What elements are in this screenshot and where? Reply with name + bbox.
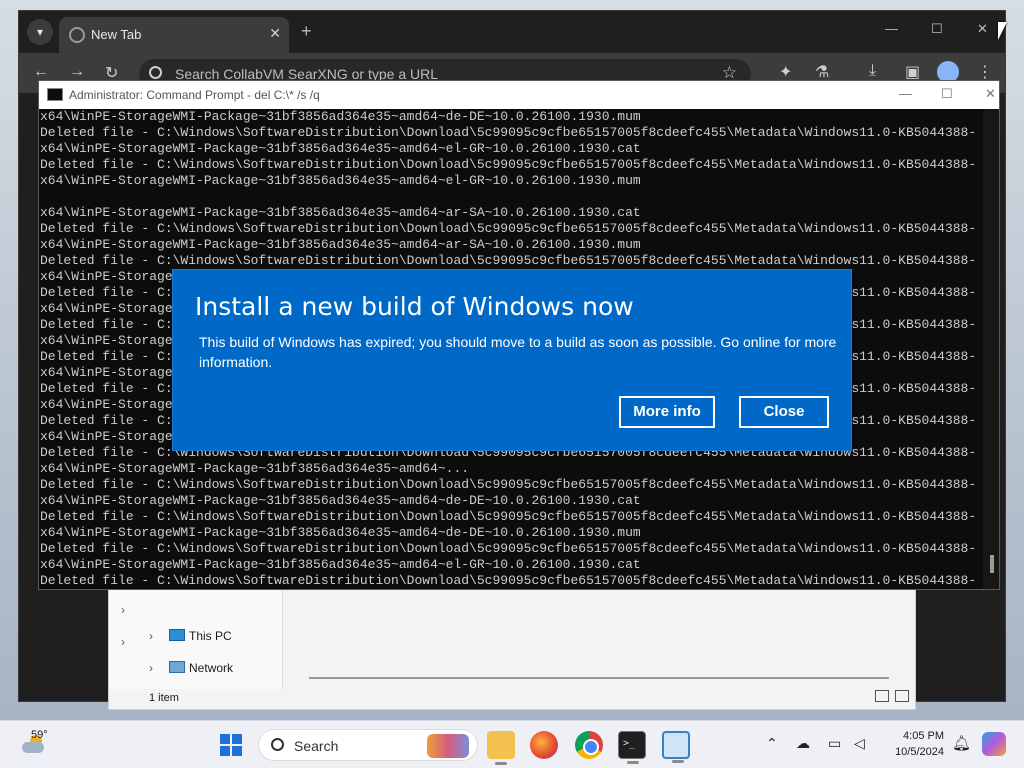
cmd-title: Administrator: Command Prompt - del C:\*… [69,88,320,102]
tab-close-icon[interactable]: ✕ [269,25,281,42]
search-highlight-icon [427,734,469,758]
cmd-icon [47,88,63,101]
scrollbar-thumb[interactable] [990,555,994,573]
tab-search-dropdown-icon[interactable]: ▾ [27,19,53,45]
console-line: x64\WinPE-StorageWMI-Package~31bf3856ad3… [40,205,641,220]
chevron-right-icon[interactable]: › [121,603,125,617]
console-line: Deleted file - C:\Windows\SoftwareDistri… [40,253,977,268]
firefox-icon[interactable] [530,731,558,759]
console-line: Deleted file - C:\Windows\SoftwareDistri… [40,477,977,492]
console-line: x64\WinPE-StorageWMI-Package~31bf3856ad3… [40,173,641,188]
vertical-scrollbar[interactable] [983,109,999,589]
close-window-icon[interactable]: ✕ [985,86,996,102]
chevron-up-icon[interactable]: ⌃ [766,735,778,752]
tiles-view-icon[interactable] [895,690,909,702]
file-explorer-window: › › › This PC › Network 1 item [108,588,916,710]
clock-date: 10/5/2024 [895,746,944,758]
back-icon[interactable]: ← [33,63,49,81]
chrome-icon[interactable] [575,731,603,759]
weather-temperature: 59° [31,729,48,741]
tab-new-tab[interactable]: New Tab ✕ [59,17,289,53]
forward-icon[interactable]: → [69,63,85,81]
menu-icon[interactable]: ⋮ [977,62,993,82]
chevron-right-icon[interactable]: › [121,635,125,649]
console-line: Deleted file - C:\Windows\SoftwareDistri… [40,541,977,556]
onedrive-icon[interactable]: ☁ [796,735,810,752]
console-line: x64\WinPE-StorageWMI-Package~31bf3856ad3… [40,109,641,124]
window-icon[interactable] [662,731,690,763]
taskbar: 59° Search ⌃ ☁ ▭ ◁ 4:05 PM 10/5/2024 🔔︎ [0,720,1024,768]
dialog-title: Install a new build of Windows now [195,292,634,321]
close-window-icon[interactable]: ✕ [977,21,988,37]
bell-icon[interactable]: 🔔︎ [952,734,971,752]
chevron-right-icon[interactable]: › [149,629,153,643]
console-line: x64\WinPE-StorageWMI-Package~31bf3856ad3… [40,461,470,476]
display-icon[interactable]: ▭ [828,735,841,752]
download-icon[interactable]: ⤓ [869,62,876,80]
search-icon [149,66,162,79]
copilot-icon[interactable] [982,732,1006,756]
globe-icon [69,27,85,43]
console-line: x64\WinPE-StorageWMI-Package~31bf3856ad3… [40,237,641,252]
console-line: Deleted file - C:\Windows\SoftwareDistri… [40,573,977,588]
close-button[interactable]: Close [739,396,829,428]
mouse-cursor-icon [998,22,1007,40]
console-line: Deleted file - C:\Windows\SoftwareDistri… [40,221,977,236]
computer-icon [169,629,185,641]
sidebar-icon[interactable]: ▣ [905,62,920,82]
labs-icon[interactable]: ⚗ [815,62,829,82]
clock-time: 4:05 PM [903,730,944,742]
maximize-icon[interactable]: ☐ [931,21,943,37]
minimize-icon[interactable]: — [899,86,912,101]
chevron-right-icon[interactable]: › [149,661,153,675]
browser-tabbar: ▾ New Tab ✕ + — ☐ ✕ [19,11,1005,53]
nav-item-network[interactable]: Network [189,661,233,675]
cmd-titlebar[interactable]: Administrator: Command Prompt - del C:\*… [39,81,999,109]
more-info-button[interactable]: More info [619,396,715,428]
minimize-icon[interactable]: — [885,21,898,36]
console-line: Deleted file - C:\Windows\SoftwareDistri… [40,509,977,524]
start-icon[interactable] [220,734,242,756]
terminal-icon[interactable] [618,731,646,764]
extensions-icon[interactable]: ✦ [779,62,792,82]
expired-build-dialog: Install a new build of Windows now This … [172,269,852,451]
tab-title: New Tab [91,27,142,42]
new-tab-button[interactable]: + [301,21,312,42]
navigation-pane: › › › This PC › Network [109,589,283,689]
console-line: x64\WinPE-StorageWMI-Package~31bf3856ad3… [40,493,641,508]
taskbar-search[interactable]: Search [258,729,478,761]
console-line: Deleted file - C:\Windows\SoftwareDistri… [40,157,977,172]
details-view-icon[interactable] [875,690,889,702]
status-item-count: 1 item [149,692,179,704]
maximize-icon[interactable]: ☐ [941,86,953,102]
volume-icon[interactable]: ◁ [854,735,865,752]
console-line: x64\WinPE-StorageWMI-Package~31bf3856ad3… [40,557,641,572]
console-line: x64\WinPE-StorageWMI-Package~31bf3856ad3… [40,141,641,156]
taskbar-clock[interactable]: 4:05 PM 10/5/2024 [880,728,944,760]
taskbar-search-label: Search [294,738,339,754]
horizontal-scrollbar[interactable] [309,677,889,679]
search-icon [271,738,284,751]
nav-item-this-pc[interactable]: This PC [189,629,232,643]
console-line: x64\WinPE-StorageWMI-Package~31bf3856ad3… [40,525,641,540]
file-explorer-icon[interactable] [487,731,515,765]
network-icon [169,661,185,673]
console-line: Deleted file - C:\Windows\SoftwareDistri… [40,125,977,140]
dialog-body: This build of Windows has expired; you s… [199,334,837,370]
